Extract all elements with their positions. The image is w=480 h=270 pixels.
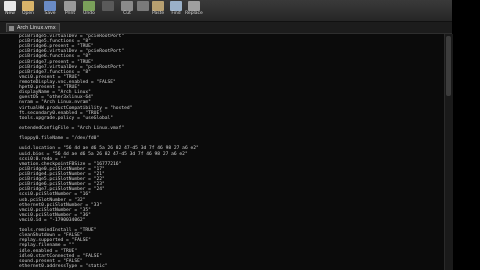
editor-window: New Open Save Print Undo Cut Paste Find Replace … <box>0 0 453 270</box>
find-icon <box>170 1 182 11</box>
new-file-icon <box>4 1 16 11</box>
undo-icon <box>83 1 95 11</box>
code-line: ethernet0.addressType = "static" <box>19 263 108 269</box>
copy-button[interactable] <box>137 1 149 20</box>
paste-button[interactable]: Paste <box>152 1 164 20</box>
save-icon <box>44 1 56 11</box>
toolbar: New Open Save Print Undo Cut Paste Find Replace <box>0 0 452 22</box>
toolbar-button-label: Find <box>171 11 181 16</box>
print-icon <box>64 1 76 11</box>
redo-icon <box>102 1 114 11</box>
copy-icon <box>137 1 149 11</box>
code-line: uuid.location = "56 4d ae d6 5a 26 82 47… <box>19 146 199 152</box>
open-folder-icon <box>22 1 35 11</box>
new-button[interactable]: New <box>4 1 16 20</box>
toolbar-button-label: New <box>5 11 15 16</box>
paste-icon <box>152 1 165 11</box>
code-line: uuid.bios = "56 4d ae d6 5a 26 82 47-d5 … <box>19 151 188 157</box>
undo-button[interactable]: Undo <box>83 1 95 20</box>
replace-icon <box>187 1 200 11</box>
file-icon <box>9 25 14 31</box>
toolbar-button-label: Open <box>22 11 35 16</box>
find-button[interactable]: Find <box>170 1 182 20</box>
tab-label: Arch Linux.vmx <box>17 25 56 31</box>
print-button[interactable]: Print <box>64 1 76 20</box>
redo-button[interactable] <box>102 1 114 20</box>
toolbar-button-label: Save <box>44 11 56 16</box>
toolbar-button-label: Cut <box>123 11 131 16</box>
open-button[interactable]: Open <box>22 1 34 20</box>
replace-button[interactable]: Replace <box>185 1 203 20</box>
toolbar-button-label: Print <box>64 11 76 16</box>
save-button[interactable]: Save <box>44 1 56 20</box>
tab-bar: Arch Linux.vmx <box>0 22 452 34</box>
code-content[interactable]: pciBridge5.virtualDev = "pcieRootPort" pc… <box>19 34 199 269</box>
vertical-scrollbar[interactable] <box>444 34 453 270</box>
toolbar-button-label: Undo <box>83 11 95 16</box>
tab-file[interactable]: Arch Linux.vmx <box>6 23 60 32</box>
toolbar-button-label: Paste <box>152 11 165 16</box>
toolbar-button-label: Replace <box>185 11 203 16</box>
text-editor[interactable]: pciBridge5.virtualDev = "pcieRootPort" pc… <box>0 34 444 270</box>
scrollbar-thumb[interactable] <box>446 36 451 96</box>
cut-icon <box>121 1 133 11</box>
cut-button[interactable]: Cut <box>121 1 133 20</box>
